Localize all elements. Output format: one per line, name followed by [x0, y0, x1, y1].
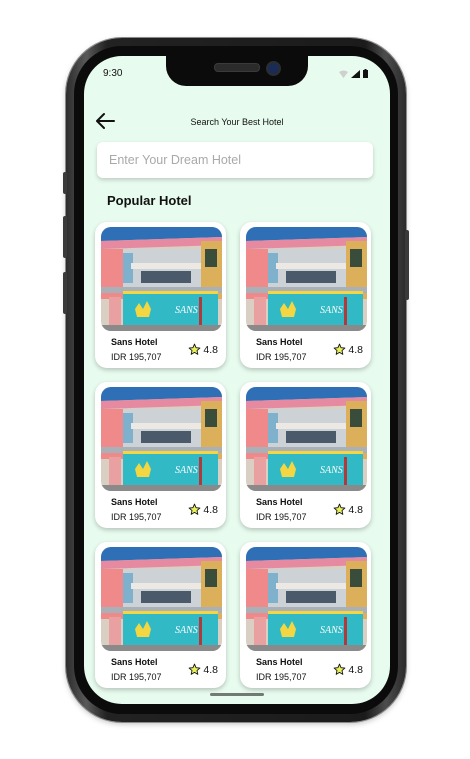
- hotel-rating: 4.8: [333, 503, 363, 516]
- rating-value: 4.8: [348, 503, 363, 516]
- hotel-rating: 4.8: [333, 663, 363, 676]
- star-icon: [189, 343, 201, 355]
- hotel-price: IDR 195,707: [256, 672, 307, 682]
- app-screen: 9:30 Search Your Best Hotel Popular Hote…: [84, 56, 390, 704]
- hotel-photo: SANS: [246, 227, 367, 331]
- hotel-photo: SANS: [246, 547, 367, 651]
- sign-text: SANS: [320, 465, 343, 476]
- hotel-name: Sans Hotel: [256, 497, 303, 507]
- mute-switch: [63, 172, 67, 194]
- page-title: Search Your Best Hotel: [190, 117, 284, 127]
- status-icons: [339, 69, 368, 78]
- star-icon: [334, 503, 346, 515]
- front-camera: [266, 61, 281, 76]
- hotel-card[interactable]: SANS Sans Hotel IDR 195,707 4.8: [240, 542, 371, 688]
- sign-text: SANS: [175, 305, 198, 316]
- rating-value: 4.8: [348, 343, 363, 356]
- sign-text: SANS: [320, 625, 343, 636]
- speaker: [214, 63, 260, 72]
- hotel-price: IDR 195,707: [111, 672, 162, 682]
- hotel-name: Sans Hotel: [256, 337, 303, 347]
- star-icon: [189, 503, 201, 515]
- hotel-card[interactable]: SANS Sans Hotel IDR 195,707 4.8: [95, 222, 226, 368]
- hotel-card[interactable]: SANS Sans Hotel IDR 195,707 4.8: [95, 542, 226, 688]
- rating-value: 4.8: [203, 503, 218, 516]
- sign-text: SANS: [175, 625, 198, 636]
- hotel-name: Sans Hotel: [256, 657, 303, 667]
- sign-text: SANS: [320, 305, 343, 316]
- hotel-price: IDR 195,707: [111, 352, 162, 362]
- hotel-card[interactable]: SANS Sans Hotel IDR 195,707 4.8: [240, 222, 371, 368]
- app-header: Search Your Best Hotel: [84, 110, 390, 134]
- star-icon: [334, 343, 346, 355]
- hotel-photo: SANS: [246, 387, 367, 491]
- hotel-rating: 4.8: [188, 503, 218, 516]
- notch: [166, 56, 308, 86]
- status-time: 9:30: [103, 68, 123, 79]
- signal-icon: [351, 70, 360, 78]
- hotel-price: IDR 195,707: [111, 512, 162, 522]
- star-icon: [334, 663, 346, 675]
- star-icon: [189, 663, 201, 675]
- search-input[interactable]: [97, 142, 373, 178]
- hotel-card[interactable]: SANS Sans Hotel IDR 195,707 4.8: [240, 382, 371, 528]
- sign-text: SANS: [175, 465, 198, 476]
- hotel-name: Sans Hotel: [111, 497, 158, 507]
- hotel-rating: 4.8: [333, 343, 363, 356]
- hotel-name: Sans Hotel: [111, 337, 158, 347]
- hotel-card[interactable]: SANS Sans Hotel IDR 195,707 4.8: [95, 382, 226, 528]
- battery-icon: [363, 69, 368, 78]
- hotel-rating: 4.8: [188, 343, 218, 356]
- rating-value: 4.8: [203, 343, 218, 356]
- hotel-rating: 4.8: [188, 663, 218, 676]
- hotel-price: IDR 195,707: [256, 352, 307, 362]
- rating-value: 4.8: [348, 663, 363, 676]
- wifi-icon: [339, 70, 348, 78]
- volume-up-button: [63, 216, 67, 258]
- home-indicator[interactable]: [210, 693, 264, 696]
- volume-down-button: [63, 272, 67, 314]
- hotel-photo: SANS: [101, 387, 222, 491]
- hotel-name: Sans Hotel: [111, 657, 158, 667]
- hotel-photo: SANS: [101, 227, 222, 331]
- hotel-price: IDR 195,707: [256, 512, 307, 522]
- power-button: [405, 230, 409, 300]
- rating-value: 4.8: [203, 663, 218, 676]
- hotel-photo: SANS: [101, 547, 222, 651]
- section-title: Popular Hotel: [107, 193, 192, 208]
